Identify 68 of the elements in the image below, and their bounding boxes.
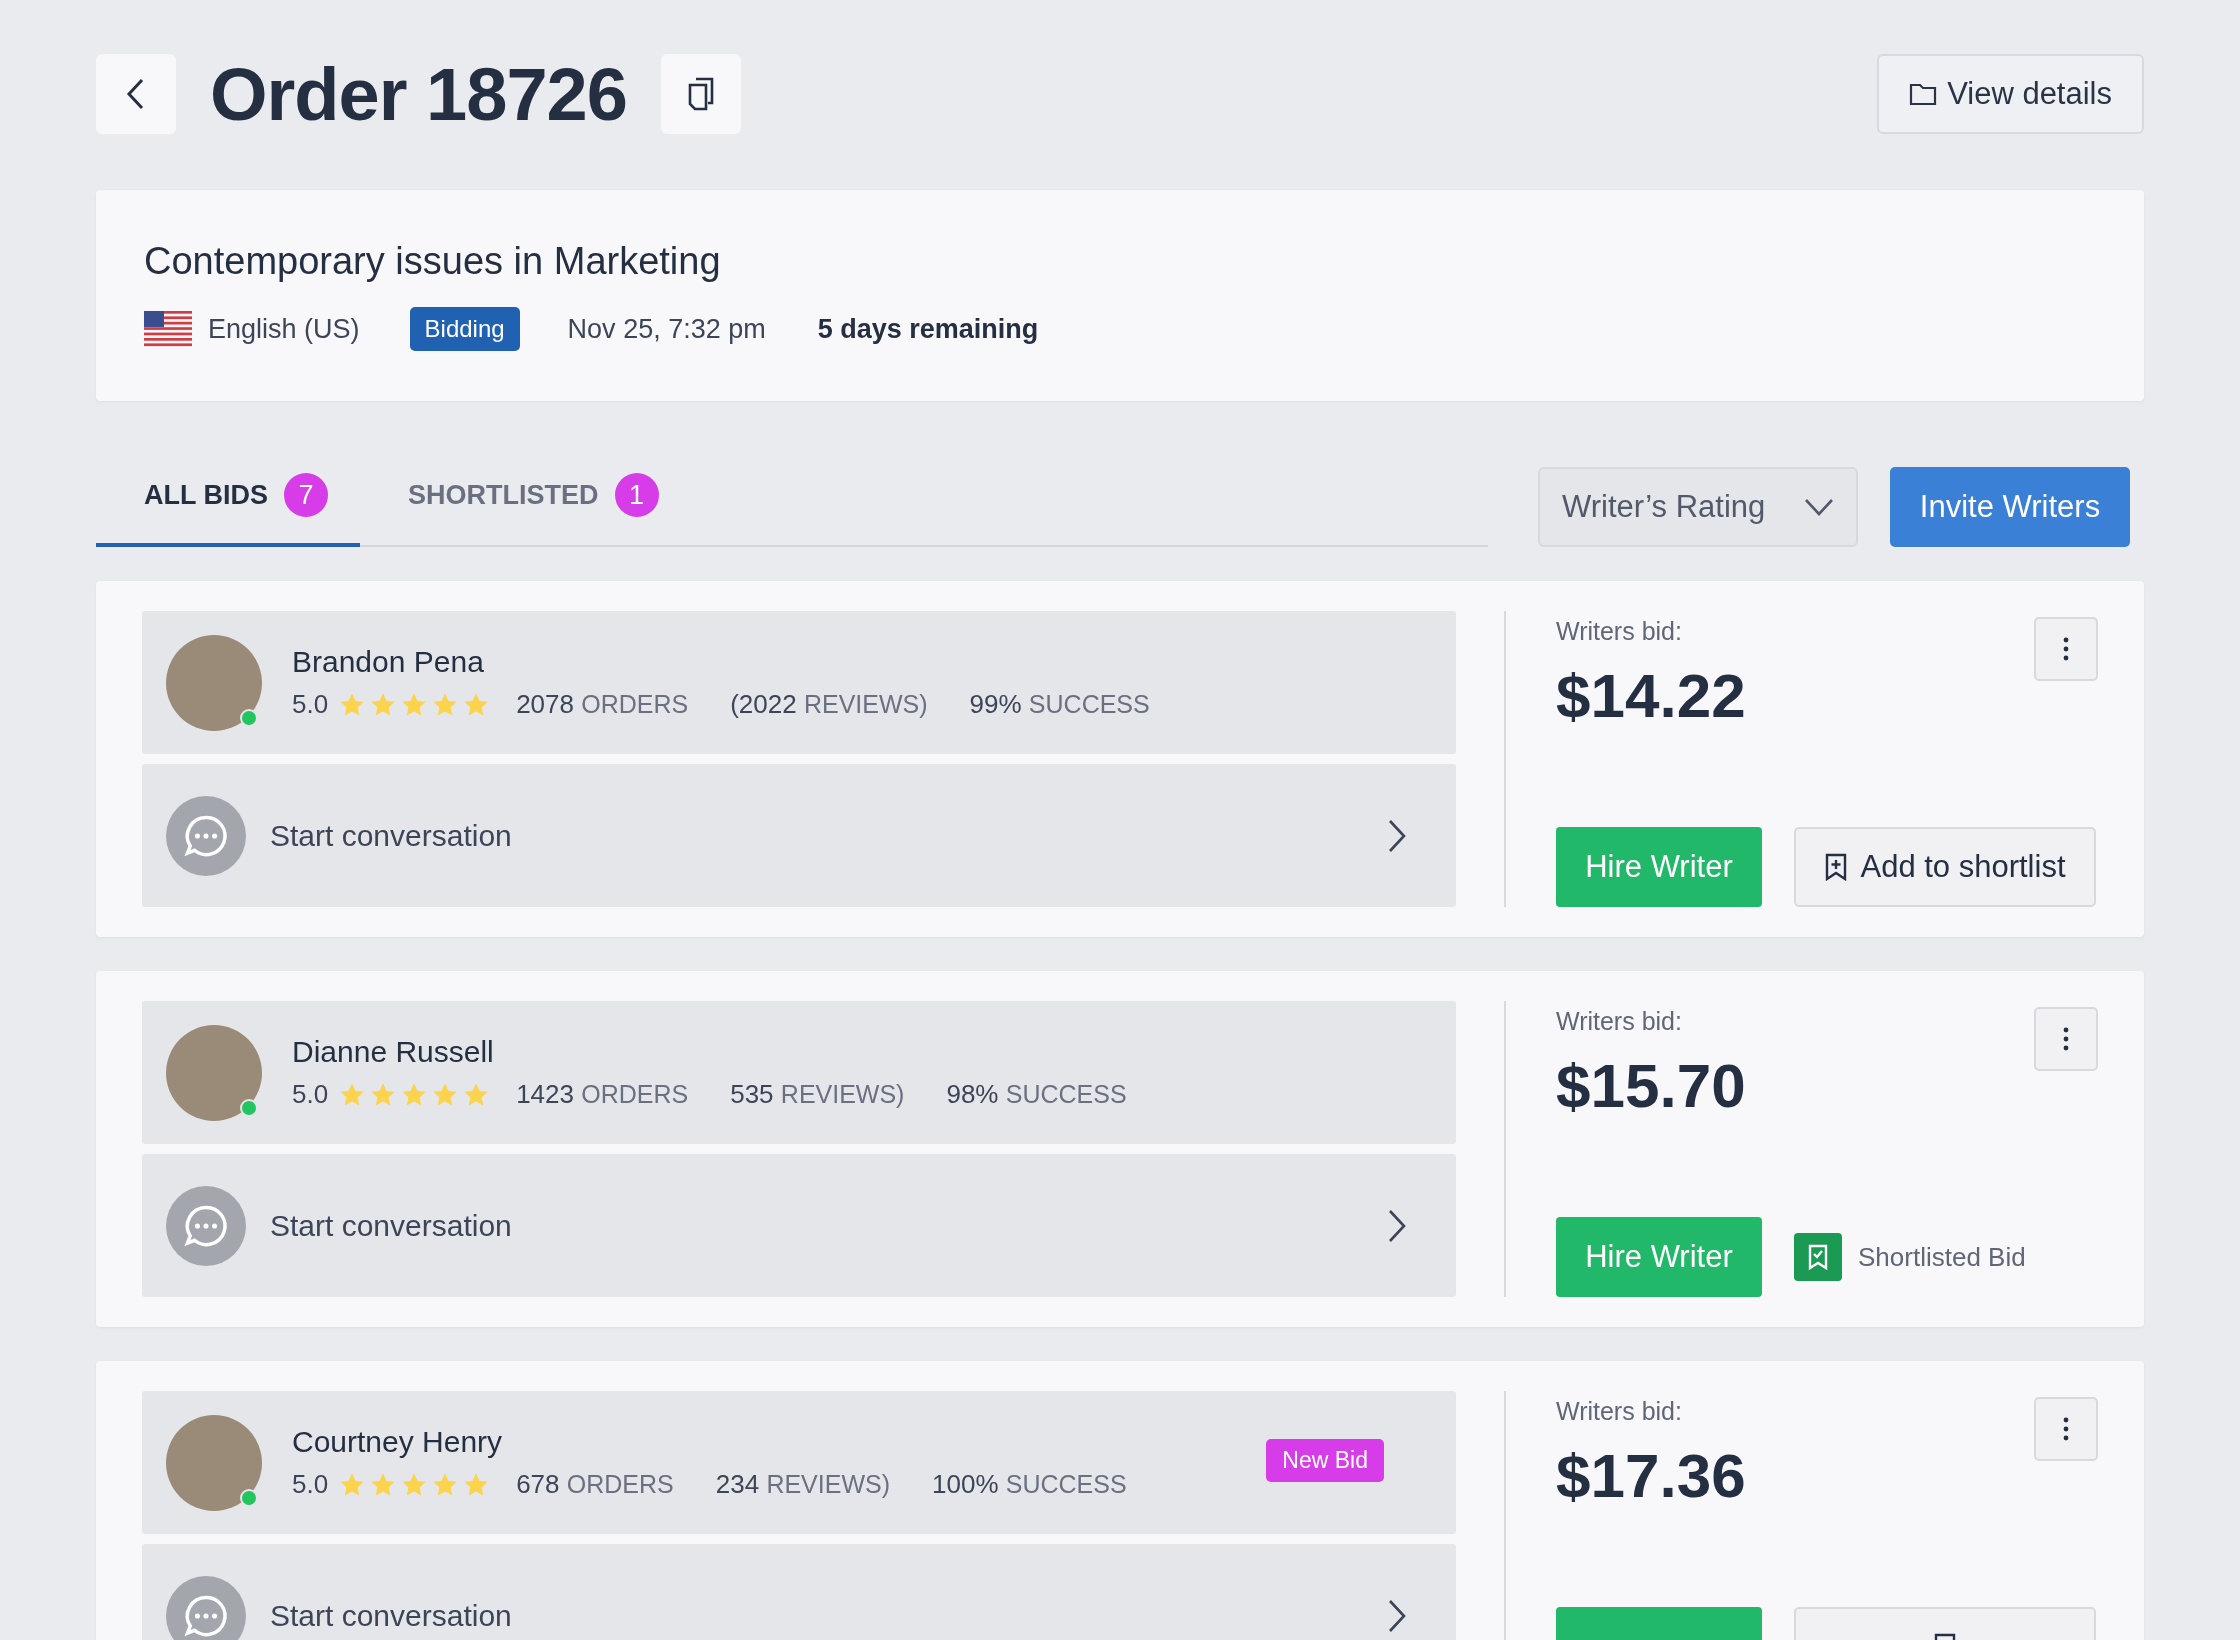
stat-value: 100% [932, 1469, 999, 1499]
stat-value: 1423 [516, 1079, 574, 1109]
tab[interactable]: SHORTLISTED 1 [360, 473, 691, 547]
chevron-down-icon [1804, 498, 1834, 516]
stat-unit: ORDERS [581, 1080, 689, 1108]
bid-label: Writers bid: [1556, 1397, 1683, 1426]
stat-unit: REVIEWS) [766, 1470, 890, 1498]
vertical-dots-icon [2063, 1417, 2069, 1441]
bid-price: $17.36 [1556, 1440, 1747, 1511]
order-title: Contemporary issues in Marketing [144, 240, 722, 283]
writer-name: Courtney Henry [292, 1425, 504, 1459]
stat-value: 99% [969, 689, 1022, 719]
chevron-right-icon [1388, 1208, 1406, 1243]
bid-price: $14.22 [1556, 660, 1747, 731]
copy-button[interactable] [660, 54, 741, 134]
bid-label: Writers bid: [1556, 617, 1683, 646]
chat-icon [166, 1575, 246, 1640]
stat-value: 98% [946, 1079, 999, 1109]
new-bid-badge: New Bid [1266, 1439, 1384, 1482]
order-date: Nov 25, 7:32 pm [567, 313, 766, 345]
stat-unit: SUCCESS [1005, 1470, 1127, 1498]
stat-value: 2078 [516, 689, 574, 719]
shortlisted-label: Shortlisted Bid [1858, 1241, 2026, 1273]
us-flag-icon [144, 311, 192, 347]
writer-name: Brandon Pena [292, 645, 485, 679]
rating-value: 5.0 [292, 689, 329, 720]
rating-value: 5.0 [292, 1079, 329, 1110]
time-remaining: 5 days remaining [817, 313, 1039, 345]
stat-unit: ORDERS [581, 690, 689, 718]
vertical-dots-icon [2063, 1027, 2069, 1051]
count-badge: 7 [284, 473, 328, 517]
count-badge: 1 [614, 473, 659, 517]
more-options-button[interactable] [2034, 1007, 2098, 1071]
chevron-right-icon [1388, 818, 1406, 853]
view-details-button[interactable]: View details [1877, 54, 2144, 134]
page-title: Order 18726 [210, 51, 627, 137]
folder-icon [1909, 82, 1938, 106]
tab[interactable]: ALL BIDS 7 [96, 473, 360, 547]
stat-unit: REVIEWS) [780, 1080, 905, 1108]
more-options-button[interactable] [2034, 1397, 2098, 1461]
start-conversation-button[interactable]: Start conversation [142, 764, 1456, 907]
more-options-button[interactable] [2034, 617, 2098, 681]
bid-price: $15.70 [1556, 1050, 1747, 1121]
vertical-dots-icon [2063, 637, 2069, 661]
rating-value: 5.0 [292, 1469, 329, 1500]
invite-writers-button[interactable]: Invite Writers [1890, 467, 2130, 547]
stat-value: 535 [730, 1079, 774, 1109]
stat-value: 234 [715, 1469, 760, 1499]
stat-value: (2022 [730, 689, 797, 719]
start-conversation-button[interactable]: Start conversation [142, 1154, 1456, 1297]
chat-icon [166, 795, 246, 876]
bid-label: Writers bid: [1556, 1007, 1683, 1036]
start-conversation-button[interactable]: Start conversation [142, 1544, 1456, 1640]
status-badge: Bidding [409, 307, 520, 351]
bookmark-check-icon [1794, 1233, 1842, 1281]
add-to-shortlist-button[interactable]: Add to shortlist [1794, 827, 2096, 907]
back-button[interactable] [96, 54, 176, 134]
stat-value: 678 [516, 1469, 560, 1499]
chevron-right-icon [1388, 1598, 1406, 1633]
sort-dropdown[interactable]: Writer’s Rating [1538, 467, 1858, 547]
stat-unit: ORDERS [566, 1470, 674, 1498]
chevron-left-icon [126, 77, 146, 111]
chat-icon [166, 1185, 246, 1266]
stat-unit: SUCCESS [1005, 1080, 1127, 1108]
stat-unit: SUCCESS [1028, 690, 1150, 718]
language-label: English (US) [208, 313, 360, 345]
stat-unit: REVIEWS) [803, 690, 928, 718]
writer-name: Dianne Russell [292, 1035, 495, 1069]
